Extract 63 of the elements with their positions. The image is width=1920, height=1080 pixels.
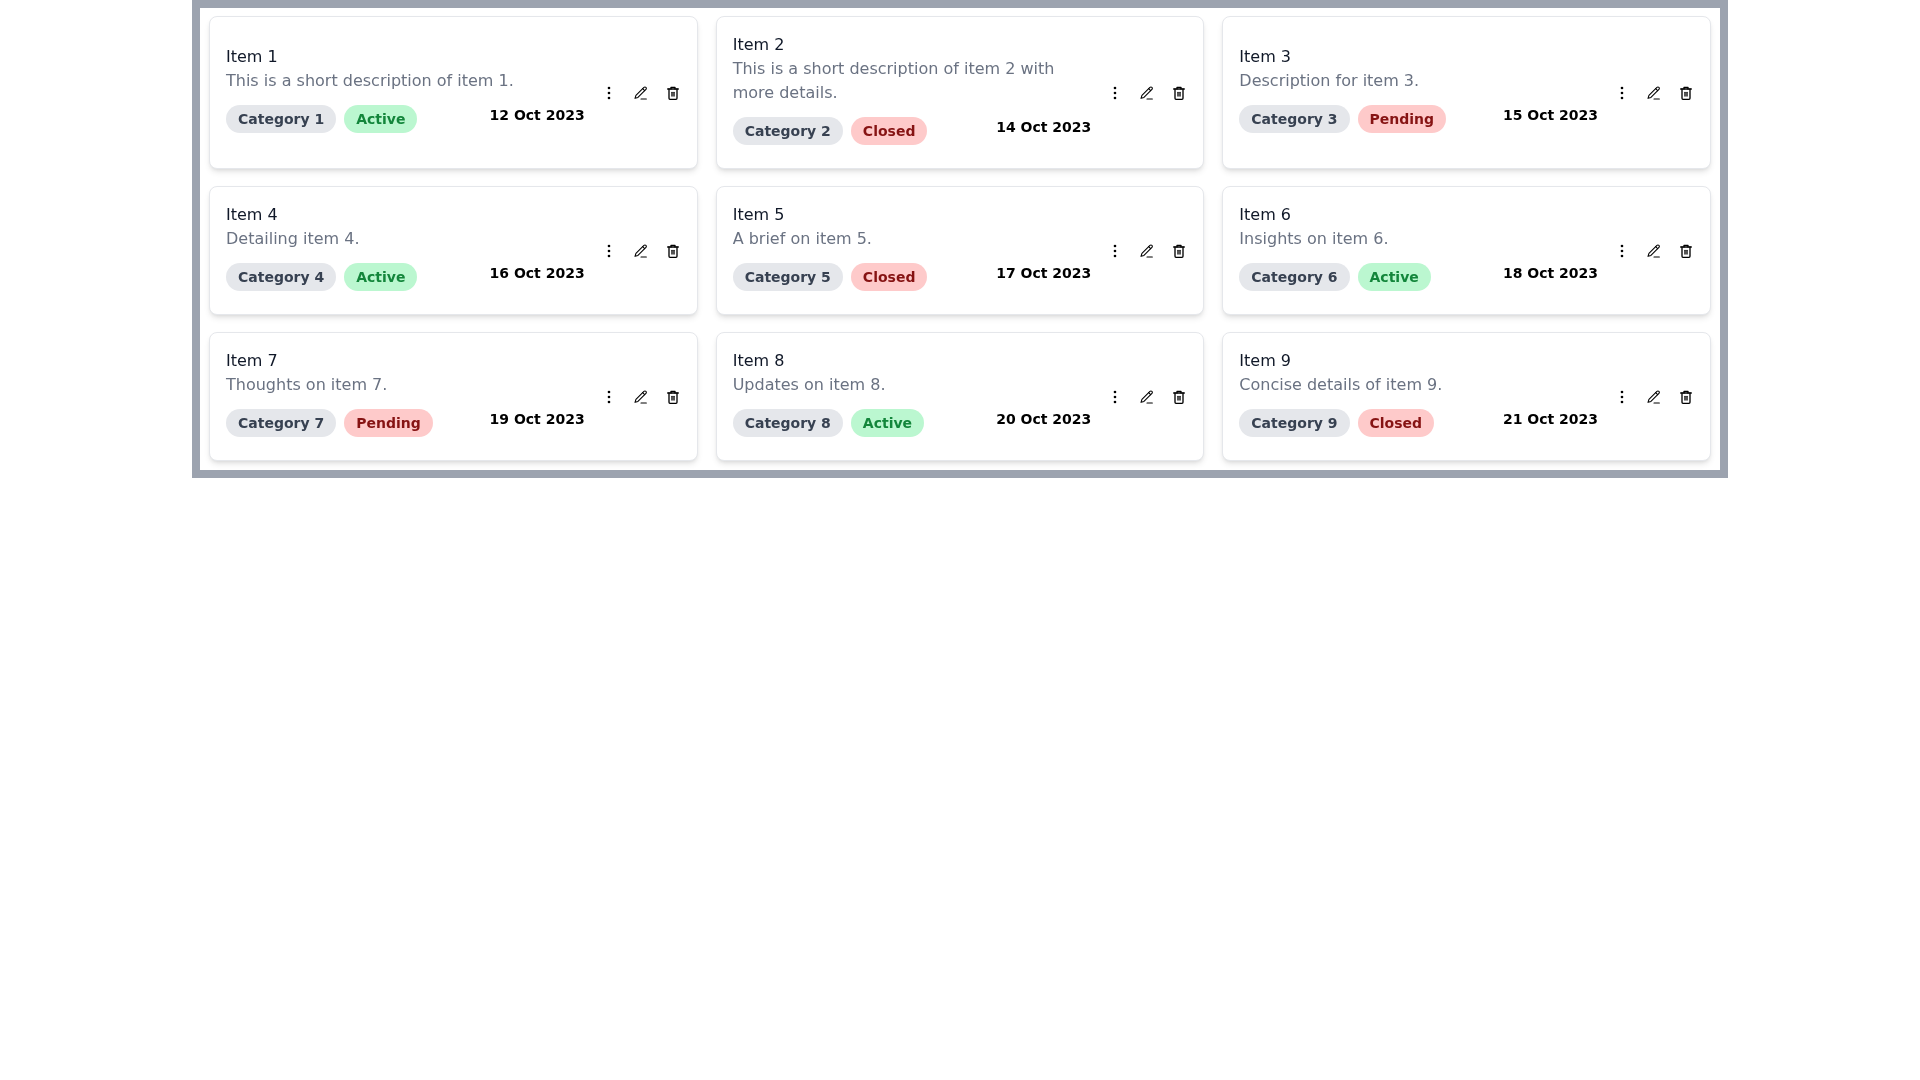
item-title: Item 1: [226, 46, 279, 68]
item-date: 18 Oct 2023: [1502, 264, 1598, 283]
pencil-icon[interactable]: [1139, 388, 1156, 405]
item-title: Item 7: [226, 350, 279, 372]
item-description: A brief on item 5.: [732, 228, 873, 250]
category-tag: Category 7: [226, 409, 337, 437]
trash-icon[interactable]: [1678, 84, 1694, 101]
status-tag: Pending: [344, 409, 433, 437]
trash-icon[interactable]: [1171, 388, 1188, 405]
pencil-icon[interactable]: [1646, 242, 1662, 259]
item-description: Detailing item 4.: [226, 228, 361, 250]
item-description: Updates on item 8.: [732, 374, 887, 396]
item-title: Item 5: [732, 204, 786, 226]
item-title: Item 2: [732, 34, 786, 56]
pencil-icon[interactable]: [1139, 242, 1156, 259]
item-title: Item 3: [1239, 46, 1292, 68]
status-tag: Active: [1357, 263, 1431, 291]
item-date: 16 Oct 2023: [489, 264, 585, 283]
pencil-icon[interactable]: [632, 242, 649, 259]
item-description: This is a short description of item 2 with more details.: [732, 58, 1056, 104]
category-tag: Category 3: [1239, 105, 1350, 133]
item-description: Description for item 3.: [1239, 70, 1421, 92]
item-title: Item 8: [732, 350, 786, 372]
item-date: 17 Oct 2023: [996, 264, 1092, 283]
item-title: Item 9: [1239, 350, 1292, 372]
category-tag: Category 1: [226, 105, 337, 133]
category-tag: Category 6: [1239, 263, 1350, 291]
status-tag: Closed: [850, 117, 928, 145]
status-tag: Closed: [1357, 409, 1435, 437]
trash-icon[interactable]: [1171, 242, 1188, 259]
item-description: Insights on item 6.: [1239, 228, 1390, 250]
item-date: 15 Oct 2023: [1502, 106, 1598, 125]
status-tag: Active: [850, 409, 925, 437]
item-title: Item 4: [226, 204, 279, 226]
pencil-icon[interactable]: [1646, 388, 1662, 405]
category-tag: Category 8: [732, 409, 843, 437]
item-date: 20 Oct 2023: [996, 410, 1092, 429]
item-description: This is a short description of item 1.: [226, 70, 515, 92]
pencil-icon[interactable]: [1646, 84, 1662, 101]
status-tag: Active: [344, 263, 418, 291]
status-tag: Pending: [1357, 105, 1447, 133]
item-date: 21 Oct 2023: [1502, 410, 1598, 429]
pencil-icon[interactable]: [1139, 84, 1156, 101]
category-tag: Category 4: [226, 263, 337, 291]
item-date: 14 Oct 2023: [996, 118, 1092, 137]
status-tag: Active: [344, 105, 418, 133]
item-date: 19 Oct 2023: [489, 410, 585, 429]
pencil-icon[interactable]: [632, 388, 649, 405]
trash-icon[interactable]: [664, 242, 681, 259]
category-tag: Category 2: [732, 117, 843, 145]
item-date: 12 Oct 2023: [489, 106, 585, 125]
status-tag: Closed: [850, 263, 928, 291]
trash-icon[interactable]: [1678, 388, 1694, 405]
pencil-icon[interactable]: [632, 84, 649, 101]
trash-icon[interactable]: [1678, 242, 1694, 259]
trash-icon[interactable]: [1171, 84, 1188, 101]
category-tag: Category 9: [1239, 409, 1350, 437]
item-title: Item 6: [1239, 204, 1292, 226]
category-tag: Category 5: [732, 263, 843, 291]
item-description: Thoughts on item 7.: [226, 374, 389, 396]
trash-icon[interactable]: [664, 84, 681, 101]
trash-icon[interactable]: [664, 388, 681, 405]
item-description: Concise details of item 9.: [1239, 374, 1444, 396]
